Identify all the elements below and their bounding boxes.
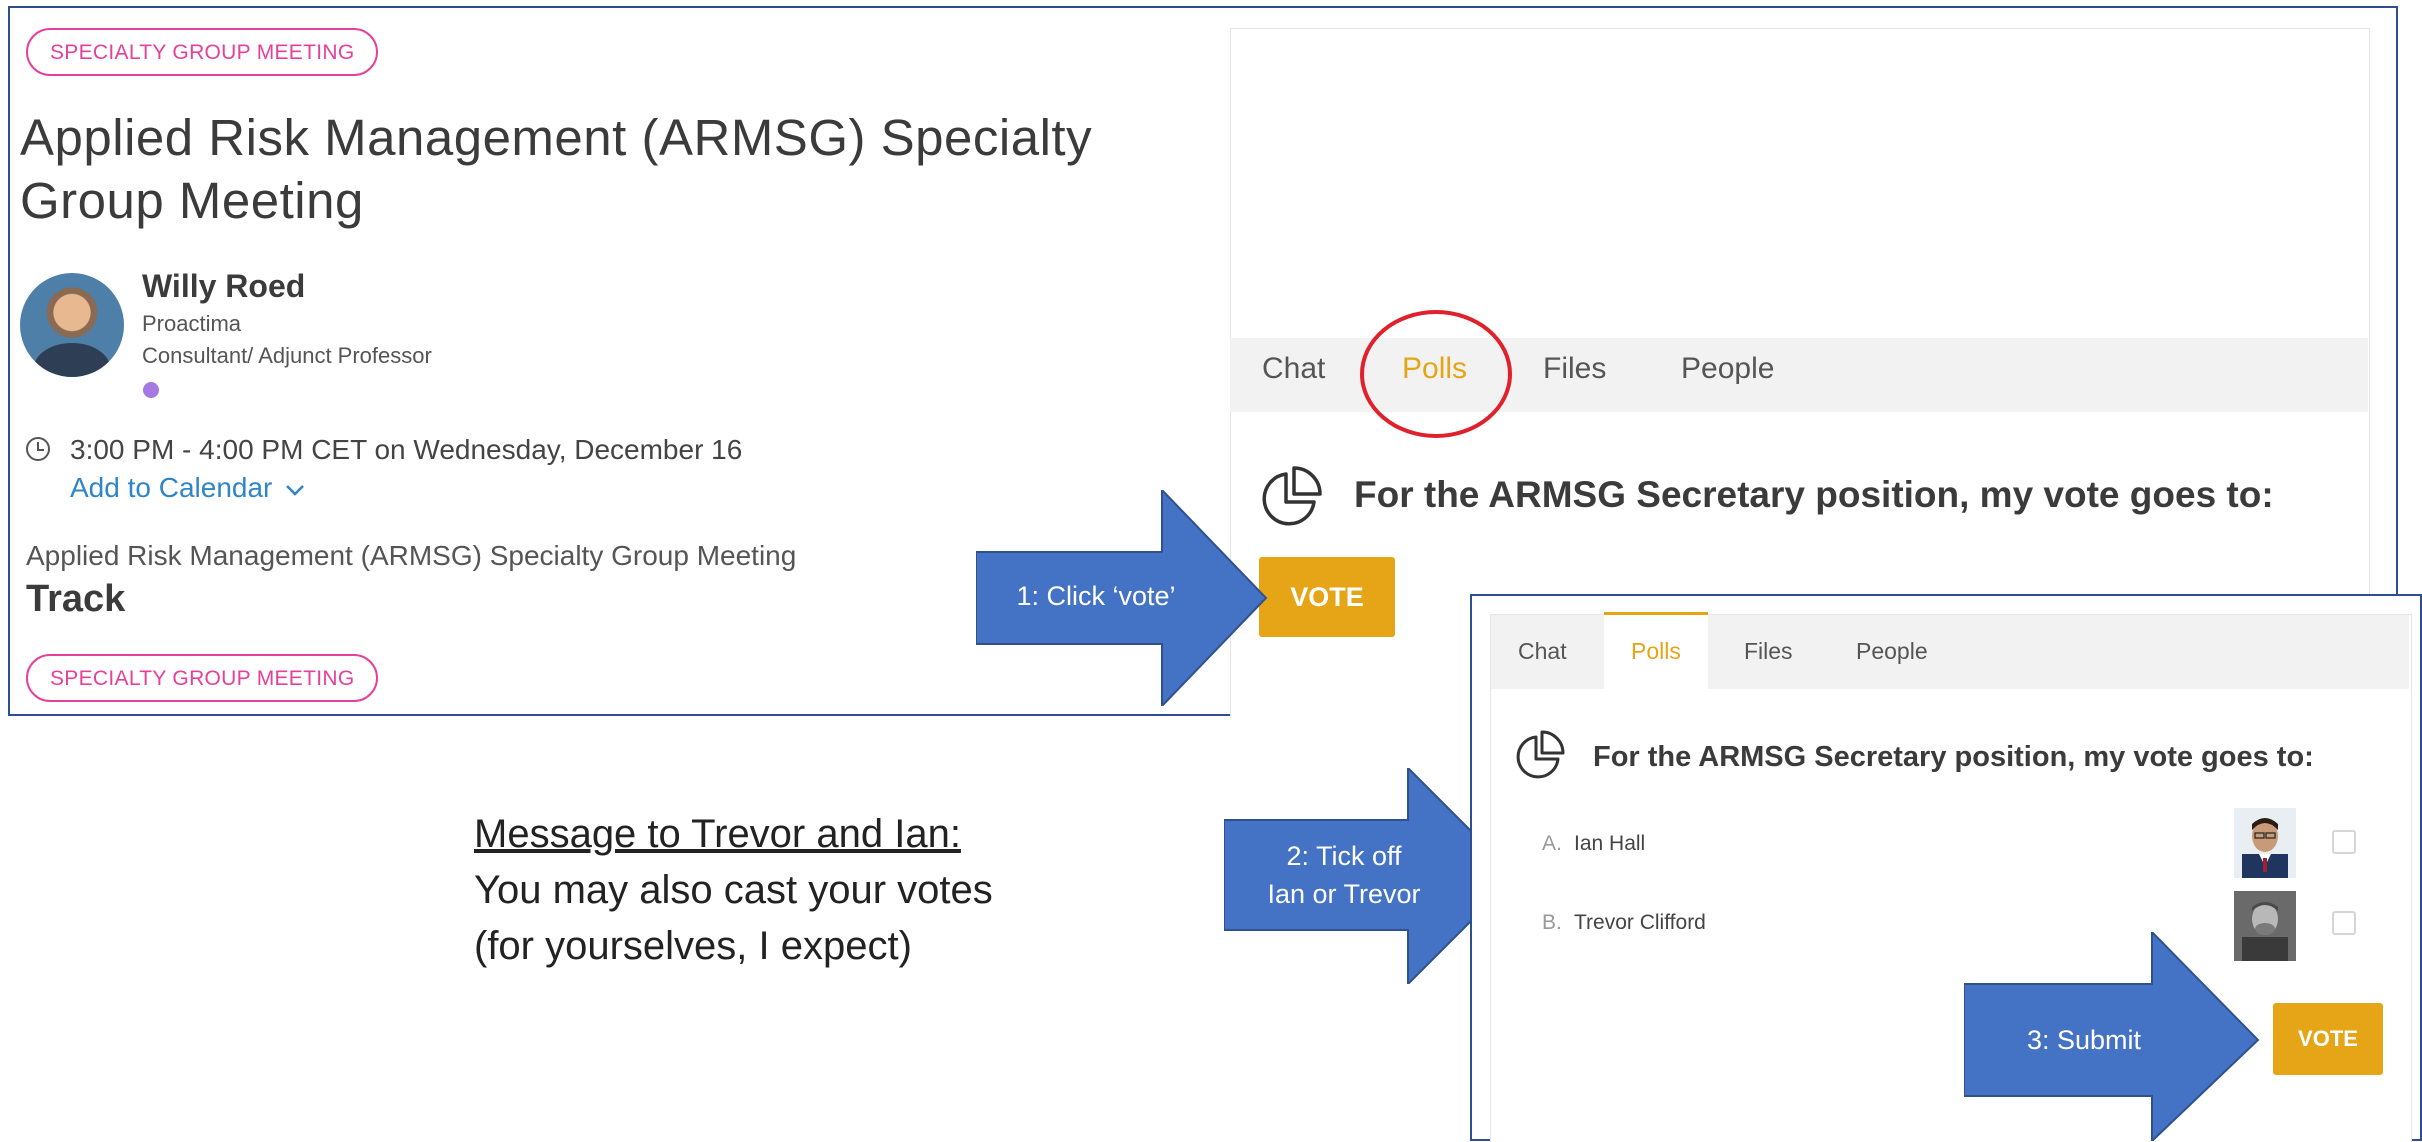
tab-chat[interactable]: Chat: [1518, 638, 1567, 665]
tab-files[interactable]: Files: [1744, 638, 1793, 665]
tab-polls[interactable]: Polls: [1631, 638, 1681, 665]
candidate-photo-ian-hall: [2234, 808, 2296, 878]
speaker-company: Proactima: [142, 311, 242, 336]
option-a-checkbox[interactable]: [2332, 830, 2356, 854]
event-type-badge[interactable]: SPECIALTY GROUP MEETING: [26, 28, 379, 76]
add-to-calendar-link[interactable]: Add to Calendar: [70, 472, 306, 504]
speaker-role: Consultant/ Adjunct Professor: [142, 343, 432, 368]
pie-chart-icon: [1516, 730, 1565, 779]
option-a-letter: A.: [1542, 832, 1562, 855]
step2-label-line2: Ian or Trevor: [1267, 879, 1421, 909]
vote-button[interactable]: VOTE: [1259, 557, 1395, 637]
speaker-status-dot: [143, 382, 159, 398]
option-b-letter: B.: [1542, 911, 1562, 934]
tab-files[interactable]: Files: [1543, 352, 1606, 386]
option-b-name: Trevor Clifford: [1574, 911, 1706, 934]
step1-label: 1: Click ‘vote’: [1016, 581, 1176, 611]
tab-chat[interactable]: Chat: [1262, 352, 1325, 386]
chevron-down-icon: [286, 484, 305, 496]
track-badge[interactable]: SPECIALTY GROUP MEETING: [26, 654, 379, 702]
message-line1: You may also cast your votes: [474, 868, 993, 912]
option-a-name: Ian Hall: [1574, 832, 1646, 855]
event-time: 3:00 PM - 4:00 PM CET on Wednesday, Dece…: [70, 434, 743, 465]
add-to-calendar-label: Add to Calendar: [70, 472, 273, 503]
step2-label-line1: 2: Tick off: [1286, 841, 1402, 871]
event-subtitle: Applied Risk Management (ARMSG) Specialt…: [26, 540, 797, 571]
tab-people[interactable]: People: [1681, 352, 1774, 386]
event-title: Applied Risk Management (ARMSG) Specialt…: [20, 109, 1093, 229]
poll-question: For the ARMSG Secretary position, my vot…: [1593, 741, 2314, 773]
message-heading: Message to Trevor and Ian:: [474, 812, 961, 856]
tab-people[interactable]: People: [1856, 638, 1928, 665]
submit-vote-button[interactable]: VOTE: [2273, 1003, 2383, 1075]
message-line2: (for yourselves, I expect): [474, 924, 912, 968]
speaker-name[interactable]: Willy Roed: [142, 268, 305, 305]
speaker-avatar[interactable]: [20, 273, 124, 377]
polls-tab-highlight-circle: [1360, 310, 1512, 438]
poll-question: For the ARMSG Secretary position, my vot…: [1354, 474, 2274, 515]
clock-icon: [26, 437, 50, 461]
option-b-checkbox[interactable]: [2332, 911, 2356, 935]
step3-label: 3: Submit: [2026, 1025, 2142, 1055]
track-label: Track: [26, 578, 126, 620]
